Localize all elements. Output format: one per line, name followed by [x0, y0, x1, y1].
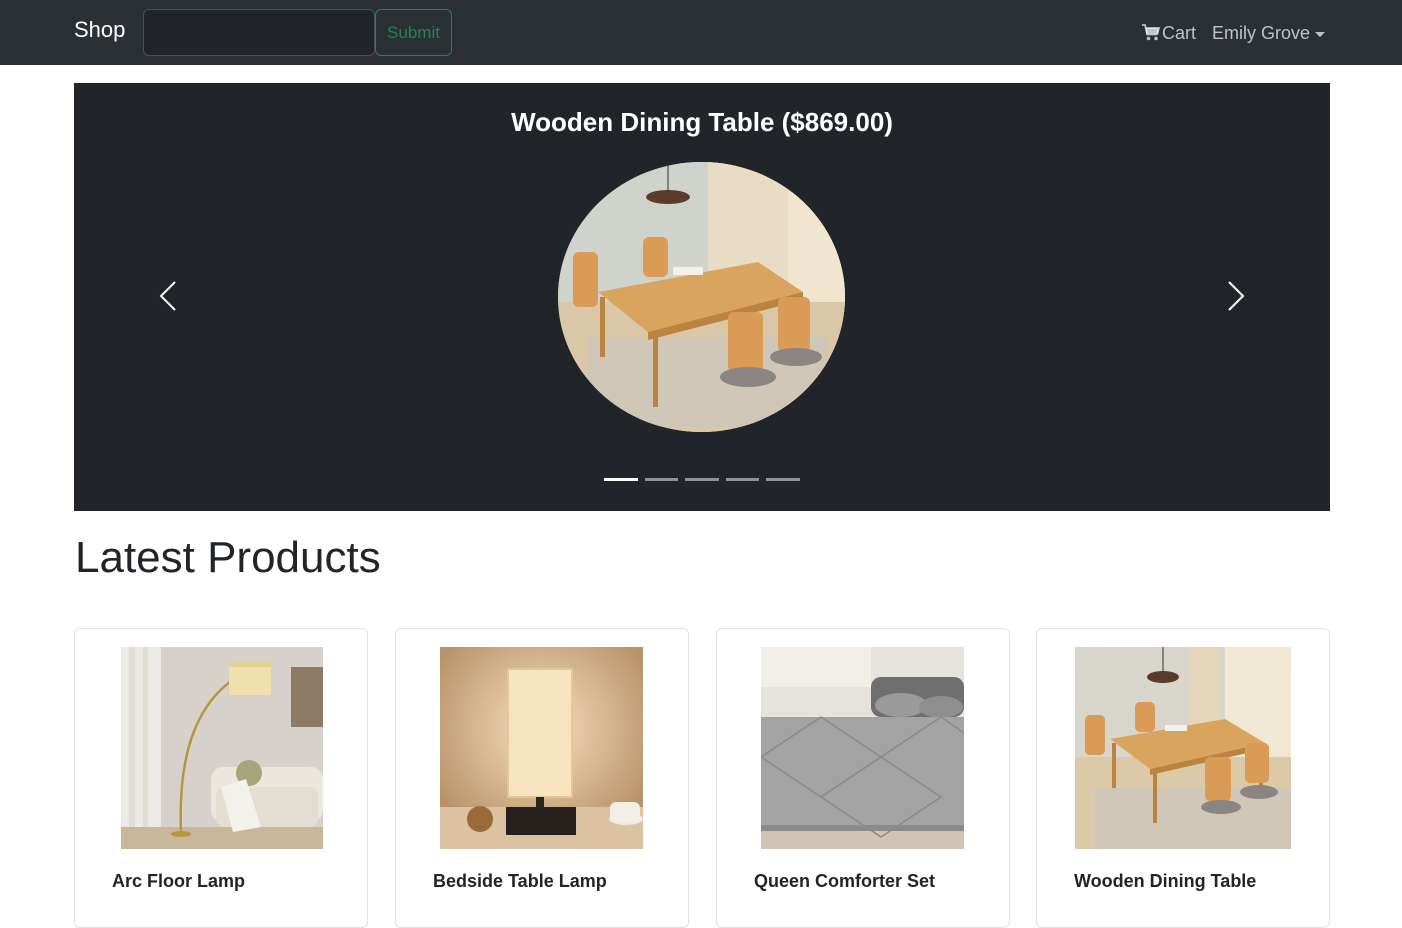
user-name: Emily Grove — [1212, 22, 1311, 43]
latest-products-heading: Latest Products — [75, 533, 381, 582]
product-card[interactable]: Wooden Dining Table — [1036, 628, 1330, 928]
product-title[interactable]: Queen Comforter Set — [754, 871, 935, 892]
search-input[interactable] — [143, 9, 375, 56]
brand-link[interactable]: Shop — [74, 17, 125, 43]
carousel-indicator[interactable] — [604, 478, 638, 481]
carousel-product-image[interactable] — [558, 162, 845, 432]
carousel-caption: Wooden Dining Table ($869.00) — [511, 107, 893, 137]
featured-carousel: Wooden Dining Table ($869.00) — [74, 83, 1330, 511]
carousel-indicator[interactable] — [766, 478, 800, 481]
product-image[interactable] — [440, 647, 643, 849]
carousel-indicator[interactable] — [725, 478, 760, 481]
product-title[interactable]: Arc Floor Lamp — [112, 871, 245, 892]
carousel-indicator[interactable] — [644, 478, 679, 481]
product-image[interactable] — [761, 647, 964, 849]
product-title[interactable]: Wooden Dining Table — [1074, 871, 1256, 892]
product-card[interactable]: Queen Comforter Set — [716, 628, 1010, 928]
product-card[interactable]: Arc Floor Lamp — [74, 628, 368, 928]
cart-icon — [1142, 24, 1161, 41]
cart-link[interactable]: Cart — [1141, 20, 1196, 46]
submit-button[interactable]: Submit — [375, 9, 452, 56]
product-card[interactable]: Bedside Table Lamp — [395, 628, 689, 928]
navbar: Shop Submit Cart Emily Grove — [0, 0, 1402, 65]
carousel-indicators — [604, 478, 800, 482]
cart-label: Cart — [1162, 22, 1197, 43]
product-image[interactable] — [1075, 647, 1291, 849]
carousel-indicator[interactable] — [685, 478, 719, 481]
product-image[interactable] — [121, 647, 323, 849]
user-dropdown[interactable]: Emily Grove — [1212, 20, 1326, 46]
carousel-next-button[interactable] — [1216, 276, 1256, 316]
carousel-prev-button[interactable] — [148, 276, 188, 316]
chevron-left-icon — [159, 281, 176, 311]
caret-down-icon — [1315, 31, 1326, 37]
chevron-right-icon — [1228, 281, 1245, 311]
product-title[interactable]: Bedside Table Lamp — [433, 871, 607, 892]
